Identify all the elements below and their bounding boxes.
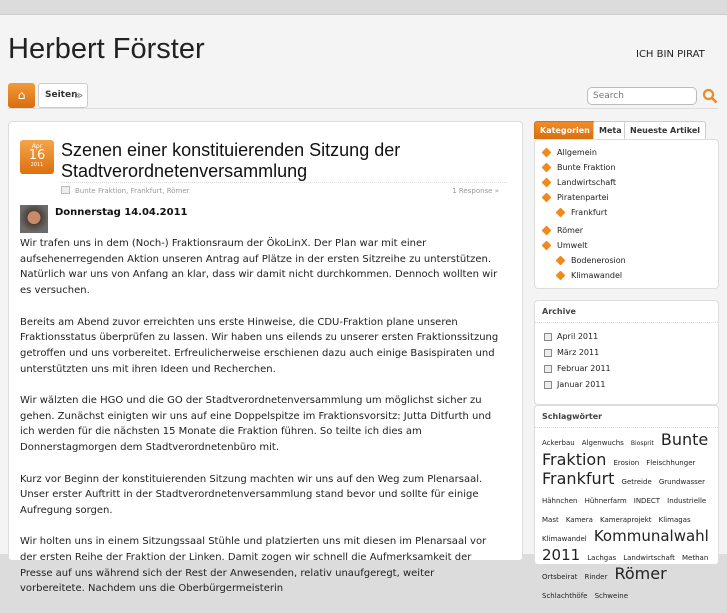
tags-widget: Schlagwörter Ackerbau Algenwuchs Biospri… [534,405,719,600]
tag-link[interactable]: Kameraprojekt [600,516,652,524]
responses-link[interactable]: 1 Response » [452,187,499,195]
category-item[interactable]: Landwirtschaft [535,175,718,190]
paragraph: Kurz vor Beginn der konstituierenden Sit… [20,473,483,516]
tag-link[interactable]: Ortsbeirat [542,573,577,581]
category-bullet-icon [555,255,566,266]
tag-link[interactable]: Römer [614,564,666,583]
paragraph: Wir trafen uns in dem (Noch-) Fraktionsr… [20,238,498,297]
tag-link[interactable]: Hühnerfarm [585,497,627,505]
archive-widget: Archive April 2011 März 2011 Februar 201… [534,300,719,405]
category-label: Römer [557,226,584,235]
category-label: Landwirtschaft [557,178,617,187]
post-body: Wir trafen uns in dem (Noch-) Fraktionsr… [20,236,500,613]
categories-widget: Allgemein Bunte Fraktion Landwirtschaft Pir… [534,139,719,289]
home-icon: ⌂ [17,88,26,102]
tag-link[interactable]: Getreide [622,478,652,486]
post-meta: Bunte Fraktion, Frankfurt, Römer 1 Respo… [61,182,507,196]
category-bullet-icon [541,240,552,251]
tag-link[interactable]: Methan [682,554,708,562]
paragraph: Bereits am Abend zuvor erreichten uns er… [20,316,499,375]
site-tagline: ICH BIN PIRAT [636,49,705,60]
search-input[interactable] [587,87,697,105]
tab-neueste-artikel[interactable]: Neueste Artikel [624,121,707,139]
tag-link[interactable]: Hähnchen [542,497,577,505]
archive-label: Februar 2011 [557,364,611,373]
category-bullet-icon [541,192,552,203]
category-icon [61,186,70,194]
archive-title: Archive [535,301,718,323]
category-item[interactable]: Allgemein [535,145,718,160]
category-item[interactable]: Frankfurt [535,205,718,220]
search-icon[interactable] [702,88,718,104]
category-item[interactable]: Römer [535,223,718,238]
calendar-icon [544,333,552,341]
date-day: 16 [28,148,46,163]
tag-link[interactable]: Frankfurt [542,469,614,488]
date-year: 2011 [30,162,44,168]
category-label: Allgemein [557,148,597,157]
tab-meta[interactable]: Meta [593,121,628,139]
tag-link[interactable]: Klimawandel [542,535,587,543]
site-title[interactable]: Herbert Förster [8,33,205,66]
category-bullet-icon [541,147,552,158]
category-label: Umwelt [557,241,588,250]
category-bullet-icon [541,225,552,236]
paragraph: Wir wälzten die HGO und die GO der Stadt… [20,395,492,454]
tag-link[interactable]: Erosion [613,459,639,467]
tag-link[interactable]: Ackerbau [542,439,575,447]
post-categories[interactable]: Bunte Fraktion, Frankfurt, Römer [75,187,190,195]
tag-link[interactable]: Schweine [595,592,628,600]
tag-link[interactable]: Kamera [566,516,593,524]
archive-item[interactable]: Februar 2011 [535,361,718,377]
page: Herbert Förster ICH BIN PIRAT ⌂ Seiten ≫ … [0,14,727,600]
post-title[interactable]: Szenen einer konstituierenden Sitzung de… [61,140,501,182]
tag-link[interactable]: Algenwuchs [582,439,624,447]
category-label: Piratenpartei [557,193,609,202]
archive-label: März 2011 [557,348,600,357]
tag-link[interactable]: Rinder [584,573,607,581]
calendar-icon [544,381,552,389]
seiten-label: Seiten [45,90,78,100]
category-bullet-icon [541,177,552,188]
archive-label: April 2011 [557,332,599,341]
calendar-icon [544,365,552,373]
category-label: Bunte Fraktion [557,163,616,172]
tag-link[interactable]: Landwirtschaft [623,554,675,562]
tab-kategorien[interactable]: Kategorien [534,121,596,139]
category-item[interactable]: Umwelt [535,238,718,253]
category-item[interactable]: Bunte Fraktion [535,160,718,175]
chevron-down-icon: ≫ [74,91,83,100]
author-avatar [20,205,48,233]
calendar-icon [544,349,552,357]
archive-label: Januar 2011 [557,380,606,389]
category-label: Frankfurt [571,208,608,217]
archive-item[interactable]: Januar 2011 [535,377,718,393]
tags-title: Schlagwörter [535,406,718,428]
tag-link[interactable]: Biosprit [631,440,654,447]
category-item[interactable]: Piratenpartei [535,190,718,205]
archive-item[interactable]: März 2011 [535,345,718,361]
tag-link[interactable]: Grundwasser [659,478,705,486]
post: Apr 16 2011 Szenen einer konstituierende… [8,121,523,594]
tag-link[interactable]: INDECT [634,497,660,505]
category-bullet-icon [541,162,552,173]
category-item[interactable]: Klimawandel [535,268,718,283]
tag-link[interactable]: Fleischhunger [646,459,695,467]
tag-cloud: Ackerbau Algenwuchs Biosprit Bunte Frakt… [535,428,718,608]
paragraph: Wir holten uns in einem Sitzungssaal Stü… [20,536,487,595]
post-subheading: Donnerstag 14.04.2011 [55,207,188,218]
archive-item[interactable]: April 2011 [535,329,718,345]
category-list: Allgemein Bunte Fraktion Landwirtschaft Pir… [535,145,718,283]
category-label: Klimawandel [571,271,623,280]
category-bullet-icon [555,270,566,281]
seiten-menu[interactable]: Seiten ≫ [38,83,88,108]
tag-link[interactable]: Lachgas [587,554,616,562]
date-badge: Apr 16 2011 [20,140,54,174]
category-label: Bodenerosion [571,256,626,265]
tag-link[interactable]: Schlachthöfe [542,592,587,600]
category-bullet-icon [555,207,566,218]
category-item[interactable]: Bodenerosion [535,253,718,268]
tag-link[interactable]: Klimagas [659,516,691,524]
home-button[interactable]: ⌂ [8,83,35,108]
